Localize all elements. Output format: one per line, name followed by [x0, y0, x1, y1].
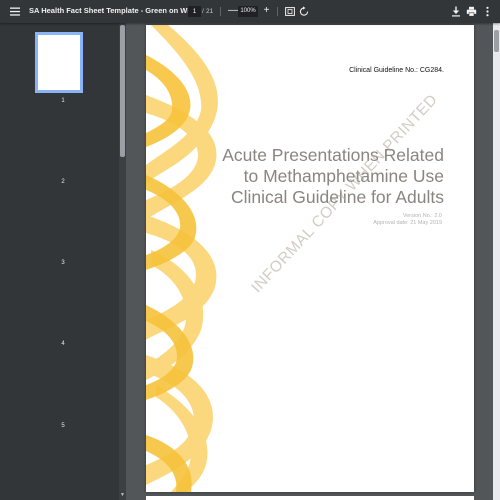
sidebar-scroll-down-icon[interactable]: ▼	[120, 493, 125, 498]
more-options-icon[interactable]	[485, 6, 490, 17]
zoom-in-button[interactable]: +	[262, 5, 271, 17]
thumbnail-label-5[interactable]: 5	[0, 423, 126, 429]
pdf-page-1: Clinical Guideline No.: CG284. Acute Pre…	[146, 25, 474, 492]
title-line-1: Acute Presentations Related	[222, 145, 444, 165]
page-separator: /	[202, 8, 204, 15]
guideline-number: Clinical Guideline No.: CG284.	[349, 67, 444, 74]
title-line-2: to Methamphetamine Use	[243, 166, 444, 186]
page-thumbnail-1[interactable]	[35, 32, 83, 93]
download-icon[interactable]	[451, 6, 461, 17]
document-main-title: Acute Presentations Related to Methamphe…	[184, 145, 444, 208]
fit-to-page-icon[interactable]	[285, 7, 295, 16]
thumbnail-label-3[interactable]: 3	[0, 260, 126, 266]
toolbar-divider	[220, 7, 221, 16]
total-pages: 21	[206, 8, 214, 15]
zoom-level-input[interactable]: 100%	[238, 6, 258, 17]
rotate-icon[interactable]	[299, 6, 309, 17]
thumbnail-sidebar: 1 2 3 4 5 ▼	[0, 23, 126, 500]
page-number-input[interactable]: 1	[188, 6, 201, 17]
thumbnail-label-1: 1	[61, 98, 65, 104]
viewer-scrollbar-track[interactable]	[493, 23, 500, 500]
viewer-scrollbar-thumb[interactable]	[494, 30, 499, 52]
zoom-out-button[interactable]: —	[228, 5, 238, 17]
pdf-toolbar: SA Health Fact Sheet Template - Green on…	[0, 0, 500, 23]
document-title: SA Health Fact Sheet Template - Green on…	[29, 6, 189, 15]
print-icon[interactable]	[466, 6, 477, 17]
pdf-page-2	[146, 496, 474, 500]
sidebar-scrollbar-thumb[interactable]	[120, 25, 125, 157]
thumbnail-label-2[interactable]: 2	[0, 179, 126, 185]
approval-date: Approval date: 21 May 2019	[373, 220, 442, 226]
menu-icon[interactable]	[9, 6, 21, 17]
version-number: Version No.: 2.0	[402, 213, 442, 219]
thumbnail-label-4[interactable]: 4	[0, 341, 126, 347]
helix-graphic	[146, 25, 218, 492]
title-line-3: Clinical Guideline for Adults	[230, 187, 444, 207]
toolbar-divider	[277, 7, 278, 16]
